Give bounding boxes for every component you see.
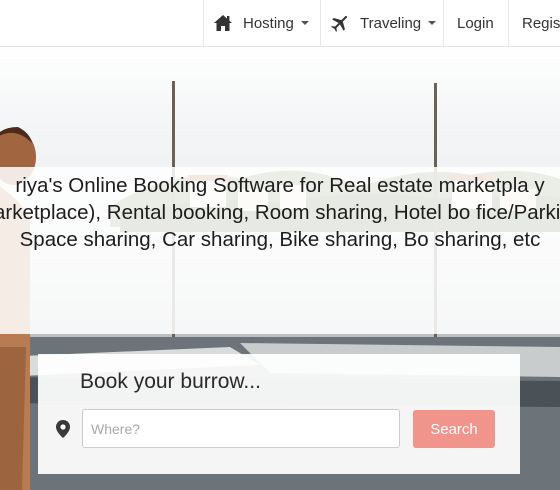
- nav-divider: [443, 0, 444, 46]
- nav-divider: [320, 0, 321, 46]
- nav-hosting-dropdown[interactable]: Hosting: [213, 0, 309, 46]
- airplane-icon: [330, 13, 350, 33]
- booking-title: Book your burrow...: [80, 370, 261, 393]
- nav-divider: [203, 0, 204, 46]
- map-pin-icon: [56, 420, 70, 443]
- hero-headline: riya's Online Booking Software for Real …: [0, 174, 560, 251]
- top-navbar: Hosting Traveling Login Regist: [0, 0, 560, 47]
- chevron-down-icon: [428, 21, 437, 25]
- search-button[interactable]: Search: [413, 410, 495, 448]
- nav-divider: [508, 0, 509, 46]
- chevron-down-icon: [300, 21, 309, 25]
- nav-traveling-dropdown[interactable]: Traveling: [330, 0, 437, 46]
- nav-register-label: Regist: [522, 14, 560, 32]
- where-input[interactable]: [82, 409, 400, 448]
- home-icon: [213, 13, 233, 33]
- nav-register-link[interactable]: Regist: [522, 0, 560, 46]
- nav-traveling-label: Traveling: [360, 14, 422, 32]
- nav-login-link[interactable]: Login: [457, 0, 494, 46]
- nav-hosting-label: Hosting: [243, 14, 294, 32]
- nav-login-label: Login: [457, 14, 494, 32]
